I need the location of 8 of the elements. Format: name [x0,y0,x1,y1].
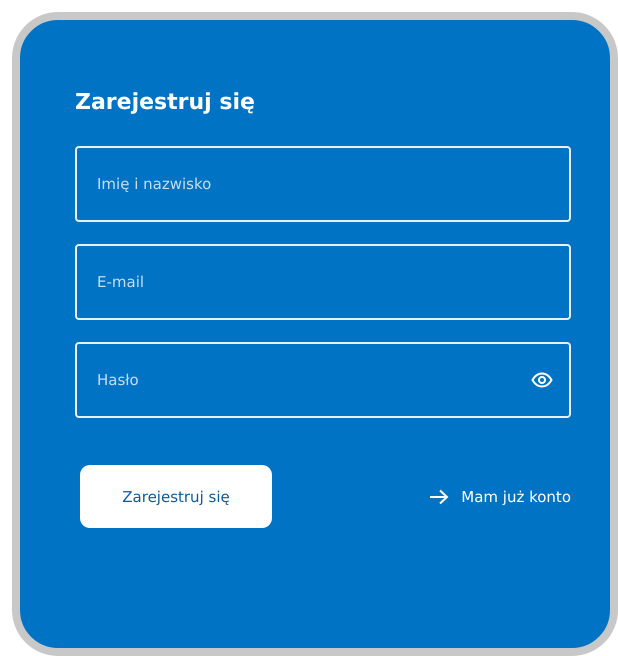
login-link[interactable]: Mam już konto [429,486,571,508]
form-title: Zarejestruj się [75,90,256,116]
arrow-icon [429,488,450,505]
password-field[interactable]: Hasło [75,342,571,418]
name-field[interactable]: Imię i nazwisko [75,146,571,222]
eye-icon[interactable] [531,372,553,388]
email-field[interactable]: E-mail [75,244,571,320]
register-button[interactable]: Zarejestruj się [80,465,272,528]
